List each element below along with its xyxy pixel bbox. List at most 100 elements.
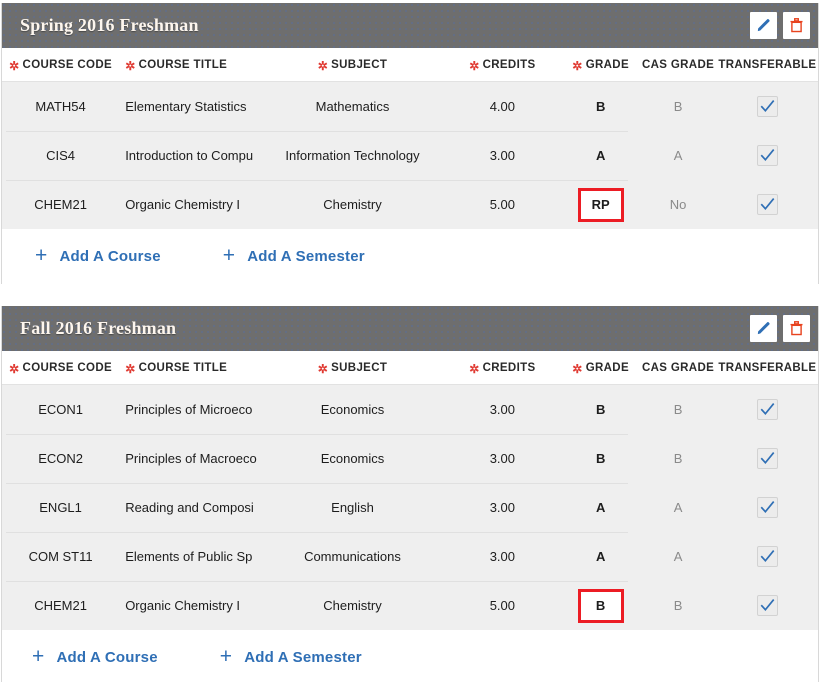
cell-transferable bbox=[717, 448, 818, 469]
cell-cas-grade: A bbox=[639, 148, 716, 163]
cell-title: Elements of Public Sp bbox=[115, 549, 262, 564]
required-asterisk-icon: ✲ bbox=[469, 60, 479, 72]
table-row: MATH54Elementary StatisticsMathematics4.… bbox=[2, 82, 818, 131]
grade-value: A bbox=[596, 148, 605, 163]
semester-section: Fall 2016 Freshman✲COURSE CODE✲COURSE TI… bbox=[1, 306, 819, 682]
cell-transferable bbox=[717, 96, 818, 117]
cell-credits: 3.00 bbox=[443, 148, 562, 163]
required-asterisk-icon: ✲ bbox=[572, 363, 582, 375]
column-header-code: ✲COURSE CODE bbox=[6, 59, 115, 71]
section-header-bar: Spring 2016 Freshman bbox=[2, 3, 818, 48]
table-row: CHEM21Organic Chemistry IChemistry5.00RP… bbox=[2, 180, 818, 229]
transferable-checkbox[interactable] bbox=[757, 399, 778, 420]
edit-semester-button[interactable] bbox=[750, 12, 777, 39]
cell-cas-grade: A bbox=[639, 549, 716, 564]
cell-subject: Chemistry bbox=[262, 197, 443, 212]
add-a-course-label: Add A Course bbox=[59, 248, 160, 265]
column-header-cas: CAS GRADE bbox=[639, 59, 716, 71]
cell-title: Organic Chemistry I bbox=[115, 197, 262, 212]
section-title: Fall 2016 Freshman bbox=[20, 318, 176, 339]
column-header-row: ✲COURSE CODE✲COURSE TITLE✲SUBJECT✲CREDIT… bbox=[2, 48, 818, 82]
cell-subject: Economics bbox=[262, 451, 443, 466]
cell-cas-grade: A bbox=[639, 500, 716, 515]
add-a-semester-label: Add A Semester bbox=[247, 248, 365, 265]
plus-icon: + bbox=[223, 245, 235, 266]
cell-title: Introduction to Compu bbox=[115, 148, 262, 163]
grade-value-highlighted: B bbox=[578, 589, 624, 623]
grade-value: B bbox=[596, 99, 605, 114]
add-a-course-link[interactable]: + Add A Course bbox=[35, 246, 161, 267]
semester-sections-host: Spring 2016 Freshman✲COURSE CODE✲COURSE … bbox=[0, 3, 822, 682]
column-header-label: COURSE TITLE bbox=[139, 362, 228, 374]
table-row: CIS4Introduction to CompuInformation Tec… bbox=[2, 131, 818, 180]
add-actions-row: + Add A Course + Add A Semester bbox=[2, 630, 818, 682]
cell-title: Reading and Composi bbox=[115, 500, 262, 515]
cell-code: MATH54 bbox=[6, 99, 115, 114]
add-a-course-link[interactable]: + Add A Course bbox=[32, 647, 158, 668]
cell-subject: English bbox=[262, 500, 443, 515]
semester-section: Spring 2016 Freshman ✲COURSE CODE✲COURSE … bbox=[1, 3, 819, 284]
column-header-label: SUBJECT bbox=[331, 59, 387, 71]
cell-credits: 5.00 bbox=[443, 598, 562, 613]
course-rows: ECON1Principles of MicroecoEconomics3.00… bbox=[2, 385, 818, 630]
cell-transferable bbox=[717, 595, 818, 616]
cell-transferable bbox=[717, 546, 818, 567]
transferable-checkbox[interactable] bbox=[757, 96, 778, 117]
section-header-actions bbox=[750, 12, 810, 39]
column-header-trans: TRANSFERABLE bbox=[717, 59, 818, 71]
column-header-label: TRANSFERABLE bbox=[718, 362, 816, 374]
cell-subject: Information Technology bbox=[262, 148, 443, 163]
transferable-checkbox[interactable] bbox=[757, 595, 778, 616]
plus-icon: + bbox=[220, 646, 232, 667]
cell-credits: 3.00 bbox=[443, 402, 562, 417]
add-a-semester-label: Add A Semester bbox=[244, 649, 362, 666]
course-rows: MATH54Elementary StatisticsMathematics4.… bbox=[2, 82, 818, 229]
grade-value: A bbox=[596, 500, 605, 515]
transferable-checkbox[interactable] bbox=[757, 546, 778, 567]
cell-grade: RP bbox=[562, 188, 639, 222]
column-header-grade: ✲GRADE bbox=[562, 59, 639, 71]
add-a-course-label: Add A Course bbox=[56, 649, 157, 666]
required-asterisk-icon: ✲ bbox=[125, 363, 135, 375]
transferable-checkbox[interactable] bbox=[757, 194, 778, 215]
cell-code: ECON1 bbox=[6, 402, 115, 417]
cell-subject: Mathematics bbox=[262, 99, 443, 114]
section-title: Spring 2016 Freshman bbox=[20, 15, 199, 36]
column-header-label: CAS GRADE bbox=[642, 59, 714, 71]
table-row: ECON2Principles of MacroecoEconomics3.00… bbox=[2, 434, 818, 483]
transferable-checkbox[interactable] bbox=[757, 145, 778, 166]
table-row: COM ST11Elements of Public SpCommunicati… bbox=[2, 532, 818, 581]
section-header-bar: Fall 2016 Freshman bbox=[2, 306, 818, 351]
column-header-label: CAS GRADE bbox=[642, 362, 714, 374]
cell-transferable bbox=[717, 145, 818, 166]
cell-code: ENGL1 bbox=[6, 500, 115, 515]
cell-code: CIS4 bbox=[6, 148, 115, 163]
cell-title: Organic Chemistry I bbox=[115, 598, 262, 613]
required-asterisk-icon: ✲ bbox=[9, 60, 19, 72]
delete-semester-button[interactable] bbox=[783, 315, 810, 342]
cell-cas-grade: B bbox=[639, 598, 716, 613]
edit-semester-button[interactable] bbox=[750, 315, 777, 342]
transferable-checkbox[interactable] bbox=[757, 448, 778, 469]
column-header-credits: ✲CREDITS bbox=[443, 362, 562, 374]
required-asterisk-icon: ✲ bbox=[9, 363, 19, 375]
column-header-label: CREDITS bbox=[483, 59, 536, 71]
cell-grade: B bbox=[562, 589, 639, 623]
cell-grade: B bbox=[562, 402, 639, 417]
cell-credits: 3.00 bbox=[443, 549, 562, 564]
add-a-semester-link[interactable]: + Add A Semester bbox=[223, 246, 365, 267]
cell-subject: Communications bbox=[262, 549, 443, 564]
column-header-title: ✲COURSE TITLE bbox=[115, 59, 262, 71]
cell-cas-grade: B bbox=[639, 99, 716, 114]
add-a-semester-link[interactable]: + Add A Semester bbox=[220, 647, 362, 668]
plus-icon: + bbox=[35, 245, 47, 266]
table-row: CHEM21Organic Chemistry IChemistry5.00BB bbox=[2, 581, 818, 630]
add-actions-row: + Add A Course + Add A Semester bbox=[2, 229, 818, 284]
cell-credits: 5.00 bbox=[443, 197, 562, 212]
column-header-grade: ✲GRADE bbox=[562, 362, 639, 374]
cell-code: ECON2 bbox=[6, 451, 115, 466]
transferable-checkbox[interactable] bbox=[757, 497, 778, 518]
column-header-subject: ✲SUBJECT bbox=[262, 59, 443, 71]
plus-icon: + bbox=[32, 646, 44, 667]
delete-semester-button[interactable] bbox=[783, 12, 810, 39]
